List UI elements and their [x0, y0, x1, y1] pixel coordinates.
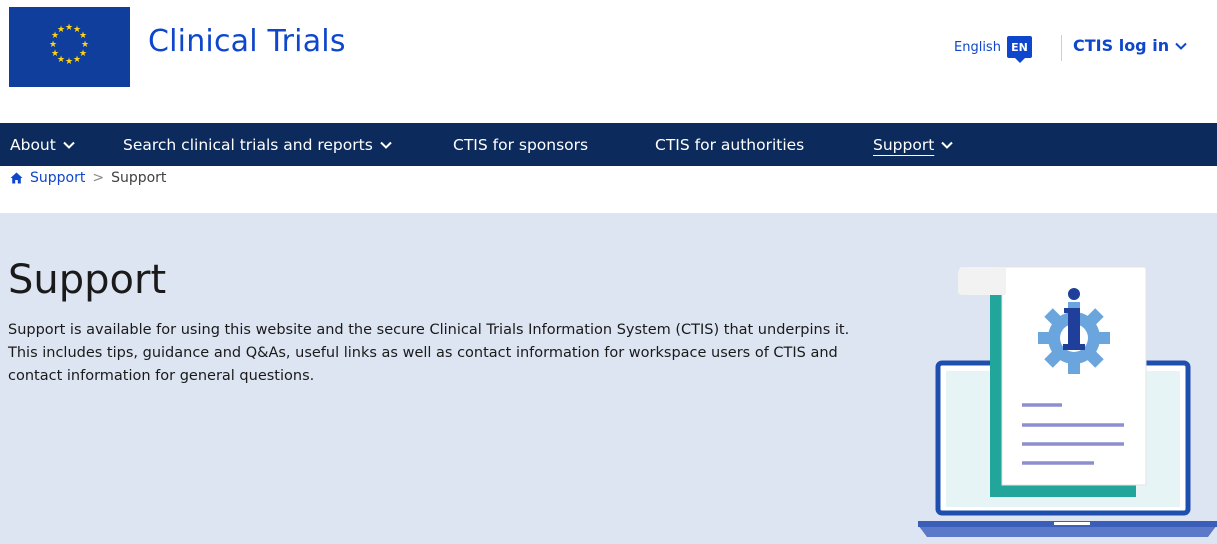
home-icon[interactable] — [10, 172, 23, 184]
nav-item-label: CTIS for sponsors — [453, 135, 589, 154]
svg-text:★: ★ — [57, 25, 65, 35]
eu-stars: ★ ★ ★ ★ ★ ★ ★ ★ ★ ★ ★ ★ — [9, 7, 130, 87]
svg-text:★: ★ — [51, 49, 59, 59]
hero-section: Support Support is available for using t… — [0, 213, 1217, 544]
nav-item-label: Search clinical trials and reports — [123, 135, 373, 154]
nav-item-label: CTIS for authorities — [655, 135, 805, 154]
login-label: CTIS log in — [1073, 36, 1170, 55]
info-document-illustration — [918, 266, 1217, 537]
nav-item-support[interactable]: Support — [873, 123, 954, 166]
chevron-down-icon — [941, 141, 953, 149]
nav-item-label: Support — [873, 135, 935, 154]
chevron-down-icon — [63, 141, 75, 149]
site-header: ★ ★ ★ ★ ★ ★ ★ ★ ★ ★ ★ ★ Clinical Trials … — [0, 0, 1217, 123]
breadcrumb-current: Support — [111, 170, 167, 186]
chevron-down-icon — [1175, 42, 1187, 50]
svg-text:★: ★ — [65, 23, 73, 33]
page-title: Support — [8, 257, 167, 303]
breadcrumb-link-support[interactable]: Support — [30, 170, 85, 186]
nav-item-label: About — [10, 135, 56, 154]
site-title[interactable]: Clinical Trials — [148, 24, 346, 59]
breadcrumb: Support > Support — [10, 170, 166, 186]
svg-text:★: ★ — [65, 57, 73, 67]
svg-text:★: ★ — [49, 40, 57, 50]
nav-item-ctis-authorities[interactable]: CTIS for authorities — [655, 123, 804, 166]
svg-text:★: ★ — [73, 55, 81, 65]
main-nav: About Search clinical trials and reports… — [0, 123, 1217, 166]
ctis-login-button[interactable]: CTIS log in — [1073, 36, 1188, 55]
chevron-down-icon — [380, 141, 392, 149]
language-label: English — [954, 39, 1001, 55]
page-description: Support is available for using this webs… — [8, 322, 850, 384]
nav-item-ctis-sponsors[interactable]: CTIS for sponsors — [453, 123, 588, 166]
eu-flag-logo[interactable]: ★ ★ ★ ★ ★ ★ ★ ★ ★ ★ ★ ★ — [9, 7, 130, 87]
breadcrumb-separator: > — [92, 170, 105, 186]
nav-item-search-trials[interactable]: Search clinical trials and reports — [123, 123, 393, 166]
language-code-badge: EN — [1006, 36, 1032, 63]
nav-item-about[interactable]: About — [10, 123, 76, 166]
language-selector[interactable]: English EN — [954, 36, 1032, 63]
header-divider — [1061, 35, 1062, 61]
